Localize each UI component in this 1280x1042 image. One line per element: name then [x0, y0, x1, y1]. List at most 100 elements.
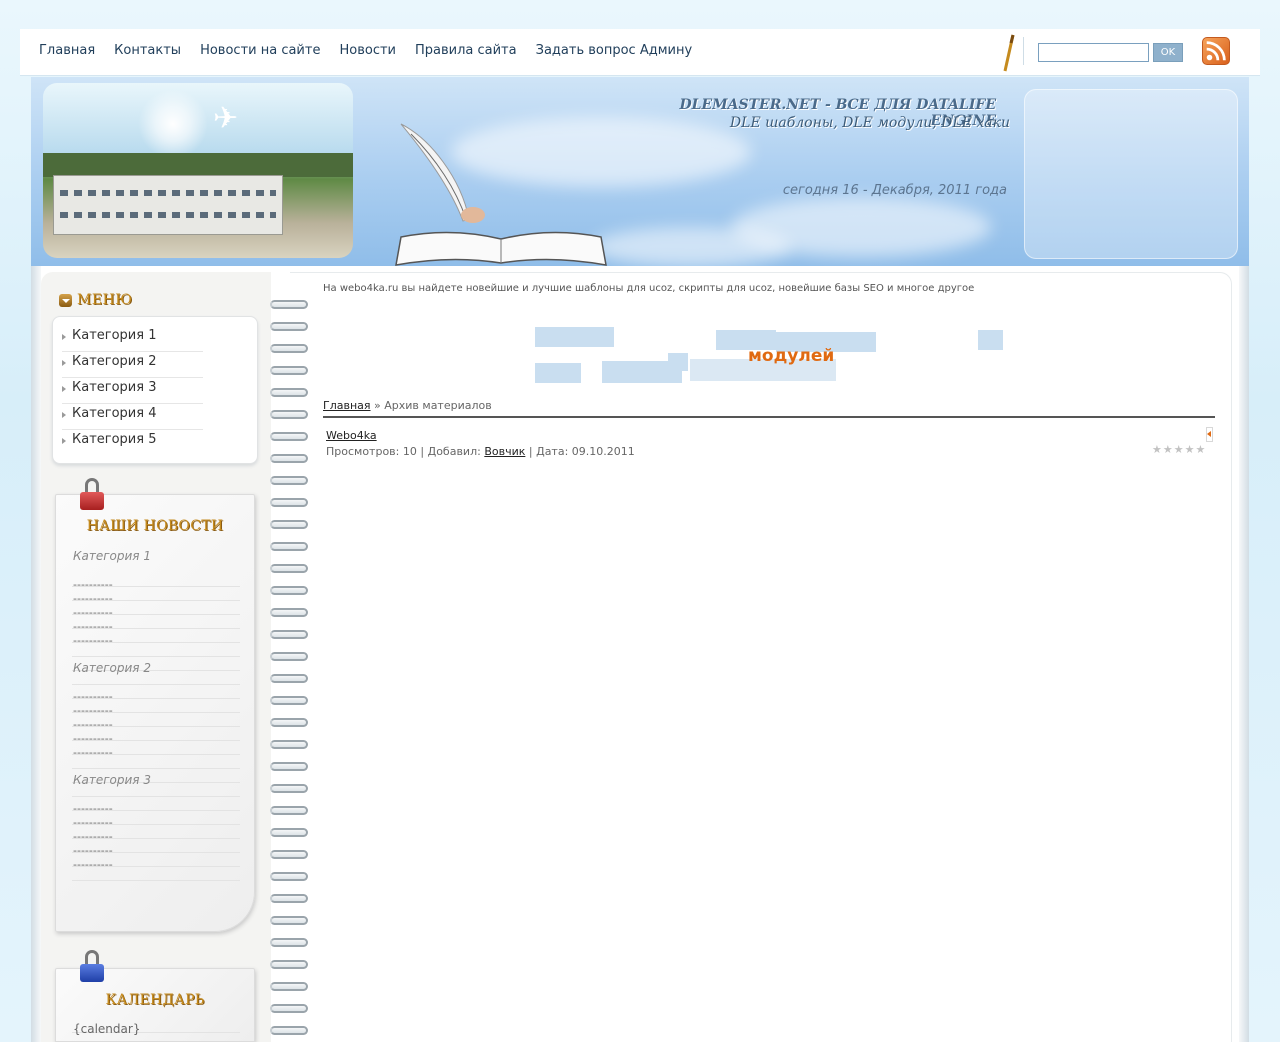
seagull-icon: ✈	[213, 101, 239, 136]
news-link[interactable]: ----------	[73, 578, 113, 591]
calendar-widget: {calendar}	[73, 1022, 141, 1036]
spiral-ring	[270, 740, 308, 749]
spiral-ring	[270, 300, 308, 309]
nav-home[interactable]: Главная	[39, 43, 95, 58]
menu-item-category-1[interactable]: Категория 1	[62, 326, 203, 352]
bullet-arrow-icon	[62, 386, 66, 392]
spiral-ring	[270, 674, 308, 683]
date-label: Дата:	[536, 445, 569, 458]
author-link[interactable]: Вовчик	[484, 445, 525, 458]
frame-edge-right	[1239, 266, 1249, 1042]
pencil-icon	[1003, 34, 1015, 72]
rating-stars[interactable]: ★ ★ ★ ★ ★	[1152, 444, 1205, 455]
intro-text: На webo4ka.ru вы найдете новейшие и лучш…	[323, 283, 975, 294]
menu-item-label: Категория 5	[72, 432, 157, 447]
search-input[interactable]	[1038, 43, 1149, 62]
bullet-arrow-icon	[62, 438, 66, 444]
bullet-arrow-icon	[62, 360, 66, 366]
category-menu: Категория 1 Категория 2 Категория 3 Кате…	[52, 316, 258, 464]
spiral-ring	[270, 696, 308, 705]
entry-date: 09.10.2011	[571, 445, 635, 458]
nav-news[interactable]: Новости	[339, 43, 396, 58]
breadcrumb-home-link[interactable]: Главная	[323, 399, 371, 412]
menu-item-label: Категория 2	[72, 354, 157, 369]
entry-meta: Просмотров: 10 | Добавил: Вовчик | Дата:…	[326, 445, 635, 458]
spiral-ring	[270, 410, 308, 419]
news-title: НАШИ НОВОСТИ	[86, 518, 224, 534]
news-link[interactable]: ----------	[73, 634, 113, 647]
menu-heading: МЕНЮ	[59, 292, 132, 308]
menu-item-category-2[interactable]: Категория 2	[62, 352, 203, 378]
menu-item-label: Категория 1	[72, 328, 157, 343]
spiral-ring	[270, 608, 308, 617]
header-photo: ✈	[43, 83, 353, 258]
divider	[1023, 37, 1024, 65]
search-ok-button[interactable]: OK	[1153, 43, 1183, 62]
nav-site-news[interactable]: Новости на сайте	[200, 43, 320, 58]
notebook-spiral	[270, 290, 310, 1042]
spiral-ring	[270, 872, 308, 881]
spiral-ring	[270, 718, 308, 727]
spiral-ring	[270, 344, 308, 353]
news-link[interactable]: ----------	[73, 802, 113, 815]
news-link[interactable]: ----------	[73, 690, 113, 703]
entry-arrow-icon[interactable]	[1206, 427, 1213, 442]
nav-ask-admin[interactable]: Задать вопрос Админу	[536, 43, 693, 58]
menu-item-category-4[interactable]: Категория 4	[62, 404, 203, 430]
top-navigation-bar: Главная Контакты Новости на сайте Новост…	[20, 29, 1260, 76]
news-link[interactable]: ----------	[73, 858, 113, 871]
menu-title: МЕНЮ	[77, 292, 133, 308]
news-link[interactable]: ----------	[73, 592, 113, 605]
feather-quill-icon	[400, 123, 485, 223]
spiral-ring	[270, 1004, 308, 1013]
star-icon[interactable]: ★	[1196, 444, 1206, 455]
star-icon[interactable]: ★	[1163, 444, 1173, 455]
breadcrumb-divider	[323, 416, 1215, 418]
spiral-ring	[270, 1026, 308, 1035]
news-link[interactable]: ----------	[73, 732, 113, 745]
spiral-ring	[270, 894, 308, 903]
star-icon[interactable]: ★	[1174, 444, 1184, 455]
site-subtitle: DLE шаблоны, DLE модули, DLE хаки	[729, 115, 1010, 131]
spiral-ring	[270, 322, 308, 331]
breadcrumb-separator: »	[374, 399, 381, 412]
chevron-down-icon	[59, 293, 72, 307]
news-link[interactable]: ----------	[73, 830, 113, 843]
star-icon[interactable]: ★	[1152, 444, 1162, 455]
spiral-ring	[270, 652, 308, 661]
spiral-ring	[270, 542, 308, 551]
views-count: 10	[402, 445, 417, 458]
news-category-heading: Категория 2	[73, 661, 151, 675]
added-label: Добавил:	[427, 445, 481, 458]
blue-binder-clip-icon	[80, 950, 104, 984]
menu-item-label: Категория 3	[72, 380, 157, 395]
news-link[interactable]: ----------	[73, 746, 113, 759]
frame-edge-left	[31, 266, 41, 1042]
site-header: ✈ DLEMASTER.NET - ВСЕ ДЛЯ DATALIFE ENGIN…	[31, 77, 1249, 267]
news-link[interactable]: ----------	[73, 844, 113, 857]
nav-contacts[interactable]: Контакты	[114, 43, 181, 58]
menu-item-category-3[interactable]: Категория 3	[62, 378, 203, 404]
spiral-ring	[270, 762, 308, 771]
spiral-ring	[270, 806, 308, 815]
spiral-ring	[270, 586, 308, 595]
news-link[interactable]: ----------	[73, 704, 113, 717]
menu-item-category-5[interactable]: Категория 5	[62, 430, 203, 456]
news-link[interactable]: ----------	[73, 718, 113, 731]
banner-text: модулей	[748, 346, 835, 366]
open-book-icon	[395, 231, 607, 266]
rss-icon[interactable]	[1202, 37, 1232, 67]
spiral-ring	[270, 916, 308, 925]
star-icon[interactable]: ★	[1185, 444, 1195, 455]
entry-title-link[interactable]: Webo4ka	[326, 429, 377, 442]
spiral-ring	[270, 498, 308, 507]
nav-site-rules[interactable]: Правила сайта	[415, 43, 517, 58]
spiral-ring	[270, 366, 308, 375]
news-link[interactable]: ----------	[73, 620, 113, 633]
news-link[interactable]: ----------	[73, 816, 113, 829]
breadcrumb-current: Архив материалов	[384, 399, 492, 412]
news-link[interactable]: ----------	[73, 606, 113, 619]
spiral-ring	[270, 520, 308, 529]
current-date: сегодня 16 - Декабря, 2011 года	[782, 183, 1007, 198]
breadcrumb: Главная » Архив материалов	[323, 399, 492, 412]
